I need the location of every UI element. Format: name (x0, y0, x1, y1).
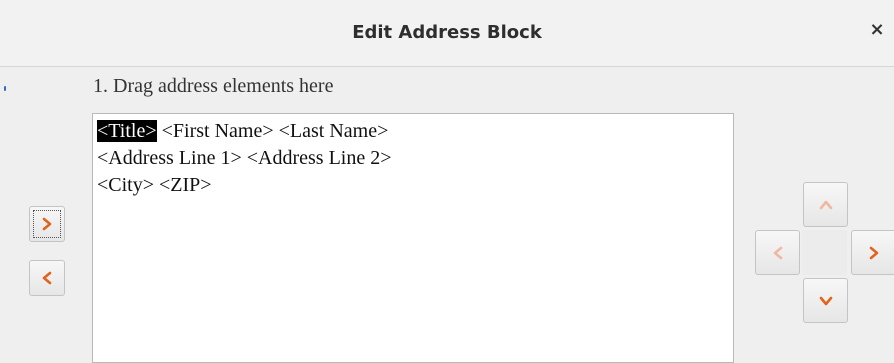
chevron-right-icon (42, 217, 52, 231)
address-line-1: <Title> <First Name> <Last Name> (97, 118, 729, 145)
close-icon[interactable]: × (868, 18, 886, 42)
address-element-city-zip[interactable]: <City> <ZIP> (97, 174, 212, 196)
chevron-right-icon (869, 246, 878, 259)
chevron-up-icon (819, 200, 832, 209)
add-element-button[interactable] (29, 206, 65, 242)
move-left-button[interactable] (755, 230, 800, 275)
move-up-button[interactable] (803, 182, 848, 227)
move-down-button[interactable] (803, 278, 848, 323)
chevron-left-icon (773, 246, 782, 259)
dialog-titlebar: Edit Address Block × (0, 0, 894, 67)
dialog-title: Edit Address Block (352, 22, 542, 43)
address-element-title[interactable]: <Title> (97, 120, 157, 142)
address-block-editor[interactable]: <Title> <First Name> <Last Name> <Addres… (92, 113, 734, 363)
left-edge-marker (4, 86, 6, 91)
move-right-button[interactable] (851, 230, 894, 275)
remove-element-button[interactable] (29, 260, 65, 296)
direction-pad-center (802, 230, 847, 275)
address-element-name-fields[interactable]: <First Name> <Last Name> (157, 120, 389, 142)
instruction-label: 1. Drag address elements here (93, 75, 334, 97)
address-element-address-lines[interactable]: <Address Line 1> <Address Line 2> (97, 147, 392, 169)
chevron-down-icon (819, 296, 832, 305)
address-line-2: <Address Line 1> <Address Line 2> (97, 145, 729, 172)
address-line-3: <City> <ZIP> (97, 172, 729, 199)
chevron-left-icon (42, 271, 52, 285)
